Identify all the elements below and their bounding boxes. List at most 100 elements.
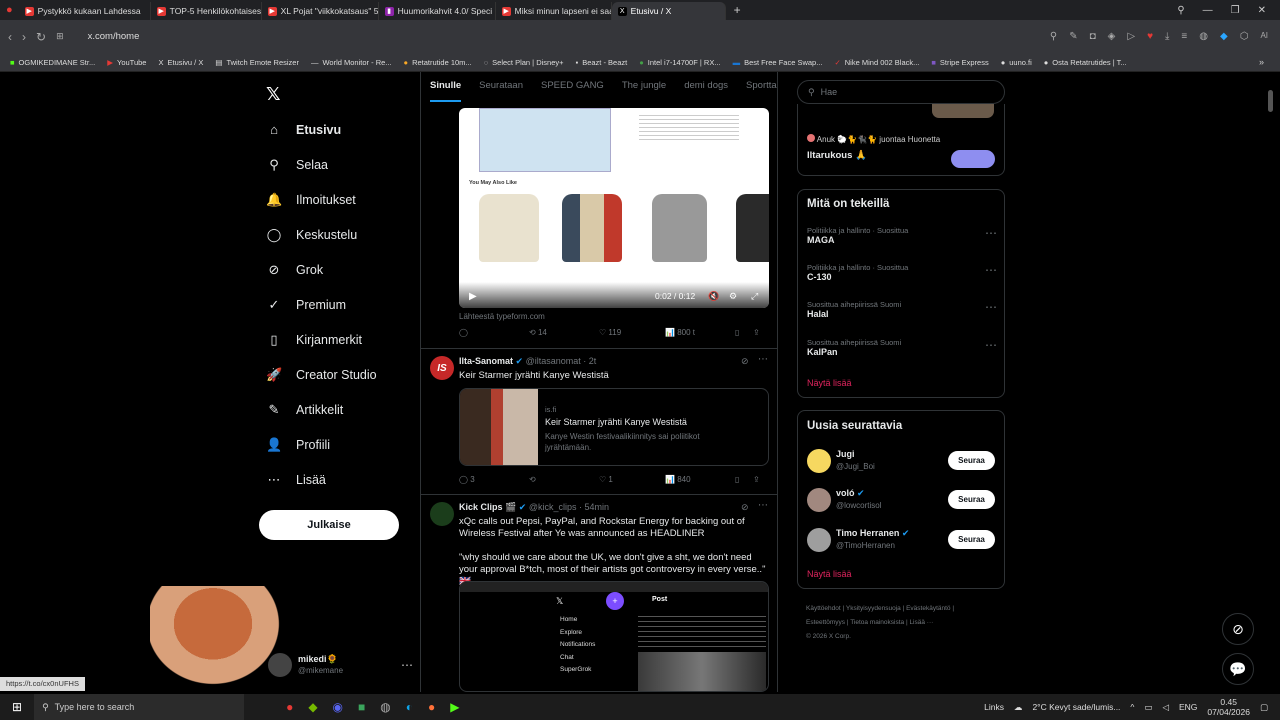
settings-gear-icon[interactable]: ⚙	[729, 291, 737, 302]
tab-speed-gang[interactable]: SPEED GANG	[541, 80, 604, 102]
like-button[interactable]: ♡ 1	[599, 475, 665, 484]
x-logo-icon[interactable]: 𝕏	[266, 84, 281, 105]
tab-the-jungle[interactable]: The jungle	[622, 80, 666, 102]
bookmark-14[interactable]: ● Osta Retatrutides | T...	[1044, 58, 1127, 67]
maximize-icon[interactable]: ❐	[1231, 5, 1240, 16]
back-icon[interactable]: ‹	[8, 30, 12, 44]
search-icon[interactable]: ⚲	[1050, 31, 1057, 42]
menu-icon[interactable]: ≡	[1181, 31, 1187, 42]
share-icon[interactable]: ⇪	[753, 475, 760, 484]
bookmark-1[interactable]: ■ OGMIKEDIMANE Str...	[10, 58, 95, 67]
nav-more[interactable]: ⋯ Lisää	[258, 462, 418, 497]
follow-suggestion[interactable]: Jugi @Jugi_Boi Seuraa	[807, 448, 997, 474]
more-dots-icon[interactable]: ⋯	[985, 338, 997, 352]
browser-tab-2[interactable]: ▶ TOP-5 Henkilökohtaisesti	[151, 2, 262, 20]
messages-float-button[interactable]: 💬	[1222, 653, 1254, 685]
url-field[interactable]: x.com/home	[88, 31, 140, 42]
more-dots-icon[interactable]: ⋯	[985, 226, 997, 240]
link-card[interactable]: is.fi Keir Starmer jyrähti Kanye Westist…	[459, 388, 769, 466]
close-window-icon[interactable]: ✕	[1258, 5, 1266, 16]
avatar[interactable]: IS	[430, 356, 454, 380]
bookmark-4[interactable]: ▤ Twitch Emote Resizer	[215, 58, 299, 67]
search-tabs-icon[interactable]: ⚲	[1177, 5, 1184, 16]
share-icon[interactable]: ⇪	[753, 328, 760, 337]
trend-item[interactable]: Politiikka ja hallinto · Suosittua MAGA …	[807, 226, 997, 245]
author-handle[interactable]: @kick_clips · 54min	[529, 502, 609, 512]
windows-start-icon[interactable]: ⊞	[12, 700, 22, 714]
edit-icon[interactable]: ✎	[1069, 31, 1077, 42]
bookmark-icon[interactable]: ▯	[735, 328, 753, 337]
like-button[interactable]: ♡ 119	[599, 328, 665, 337]
browser-tab-1[interactable]: ▶ Pystykkö kukaan Lahdessa	[19, 2, 151, 20]
download-icon[interactable]: ⤓	[1165, 31, 1169, 42]
play-icon[interactable]: ▷	[1127, 31, 1135, 42]
nav-notifications[interactable]: 🔔 Ilmoitukset	[258, 182, 418, 217]
mute-icon[interactable]: 🔇	[708, 291, 719, 302]
bookmark-icon[interactable]: ▯	[735, 475, 753, 484]
nav-articles[interactable]: ✎ Artikkelit	[258, 392, 418, 427]
heart-icon[interactable]: ♥	[1147, 31, 1153, 42]
forward-icon[interactable]: ›	[22, 30, 26, 44]
steam-taskbar-icon[interactable]: ◍	[380, 700, 390, 714]
bookmark-9[interactable]: ● Intel i7-14700F | RX...	[639, 58, 720, 67]
grok-icon[interactable]: ⊘	[741, 356, 749, 367]
nav-premium[interactable]: ✓ Premium	[258, 287, 418, 322]
language-indicator[interactable]: ENG	[1179, 702, 1197, 712]
bookmark-12[interactable]: ■ Stripe Express	[931, 58, 988, 67]
links-toolbar[interactable]: Links	[984, 702, 1004, 712]
opera-taskbar-icon[interactable]: ●	[286, 700, 293, 714]
tab-demi-dogs[interactable]: demi dogs	[684, 80, 728, 102]
grok-icon[interactable]: ⊘	[741, 502, 749, 513]
tray-overflow-icon[interactable]: ^	[1130, 702, 1134, 712]
weather-text[interactable]: 2°C Kevyt sade/lumis...	[1032, 702, 1120, 712]
author-name[interactable]: Kick Clips 🎬	[459, 502, 516, 512]
trend-item[interactable]: Politiikka ja hallinto · Suosittua C-130…	[807, 263, 997, 282]
bookmark-7[interactable]: ◌ Select Plan | Disney+	[484, 58, 564, 67]
follow-suggestion[interactable]: voló ✔ @lowcortisol Seuraa	[807, 487, 997, 513]
browser-tab-5[interactable]: ▶ Miksi minun lapseni ei saa	[496, 2, 612, 20]
opera-logo-icon[interactable]: ●	[6, 4, 13, 16]
follow-button[interactable]: Seuraa	[948, 451, 995, 470]
author-handle[interactable]: @iltasanomat · 2t	[526, 356, 597, 366]
minimize-icon[interactable]: —	[1203, 5, 1213, 16]
notifications-icon[interactable]: ▢	[1260, 702, 1268, 713]
retweet-button[interactable]: ⟲ 14	[529, 328, 599, 337]
follow-suggestion[interactable]: Timo Herranen ✔ @TimoHerranen Seuraa	[807, 527, 997, 553]
home-grid-icon[interactable]: ⊞	[56, 31, 64, 42]
bookmark-11[interactable]: ✓ Nike Mind 002 Black...	[834, 58, 919, 67]
network-icon[interactable]: ▭	[1144, 702, 1152, 713]
edge-taskbar-icon[interactable]: ◐	[406, 700, 413, 714]
nav-explore[interactable]: ⚲ Selaa	[258, 147, 418, 182]
bookmark-3[interactable]: X Etusivu / X	[158, 58, 203, 67]
search-box[interactable]: ⚲ Hae	[797, 80, 1005, 104]
extension-icon[interactable]: ◆	[1220, 31, 1228, 42]
more-dots-icon[interactable]: ⋯	[985, 300, 997, 314]
app-taskbar-icon[interactable]: ■	[358, 700, 365, 714]
browser-tab-4[interactable]: ▮ Huumorikahvit 4.0/ Speci	[379, 2, 496, 20]
ai-icon[interactable]: AI	[1260, 31, 1268, 42]
trend-item[interactable]: Suosittua aihepiirissä Suomi Halal ⋯	[807, 300, 997, 319]
bookmark-8[interactable]: ▪ Beazt - Beazt	[576, 58, 628, 67]
browser-tab-active[interactable]: X Etusivu / X	[611, 2, 726, 20]
kick-taskbar-icon[interactable]: ▶	[450, 700, 459, 714]
nav-profile[interactable]: 👤 Profiili	[258, 427, 418, 462]
nav-bookmarks[interactable]: ▯ Kirjanmerkit	[258, 322, 418, 357]
play-icon[interactable]: ▶	[469, 291, 477, 302]
more-dots-icon[interactable]: ⋯	[985, 263, 997, 277]
nvidia-taskbar-icon[interactable]: ◆	[308, 700, 317, 714]
camera-icon[interactable]: ◘	[1090, 31, 1096, 42]
nav-home[interactable]: ⌂ Etusivu	[258, 112, 418, 147]
tab-sportta[interactable]: Sportta S	[746, 80, 777, 102]
show-more-link[interactable]: Näytä lisää	[807, 378, 852, 388]
views-button[interactable]: 📊 840	[665, 475, 735, 484]
taskbar-search-box[interactable]: ⚲ Type here to search	[34, 694, 245, 720]
clock[interactable]: 0.45 07/04/2026	[1207, 697, 1250, 717]
follow-button[interactable]: Seuraa	[948, 530, 995, 549]
search-input[interactable]: Hae	[821, 87, 838, 97]
reply-icon[interactable]: ◯	[459, 328, 529, 337]
tab-following[interactable]: Seurataan	[479, 80, 523, 102]
shield-icon[interactable]: ◈	[1108, 31, 1116, 42]
new-tab-icon[interactable]: +	[734, 3, 741, 17]
nav-creator-studio[interactable]: 🚀 Creator Studio	[258, 357, 418, 392]
weather-icon[interactable]: ☁	[1014, 702, 1023, 713]
